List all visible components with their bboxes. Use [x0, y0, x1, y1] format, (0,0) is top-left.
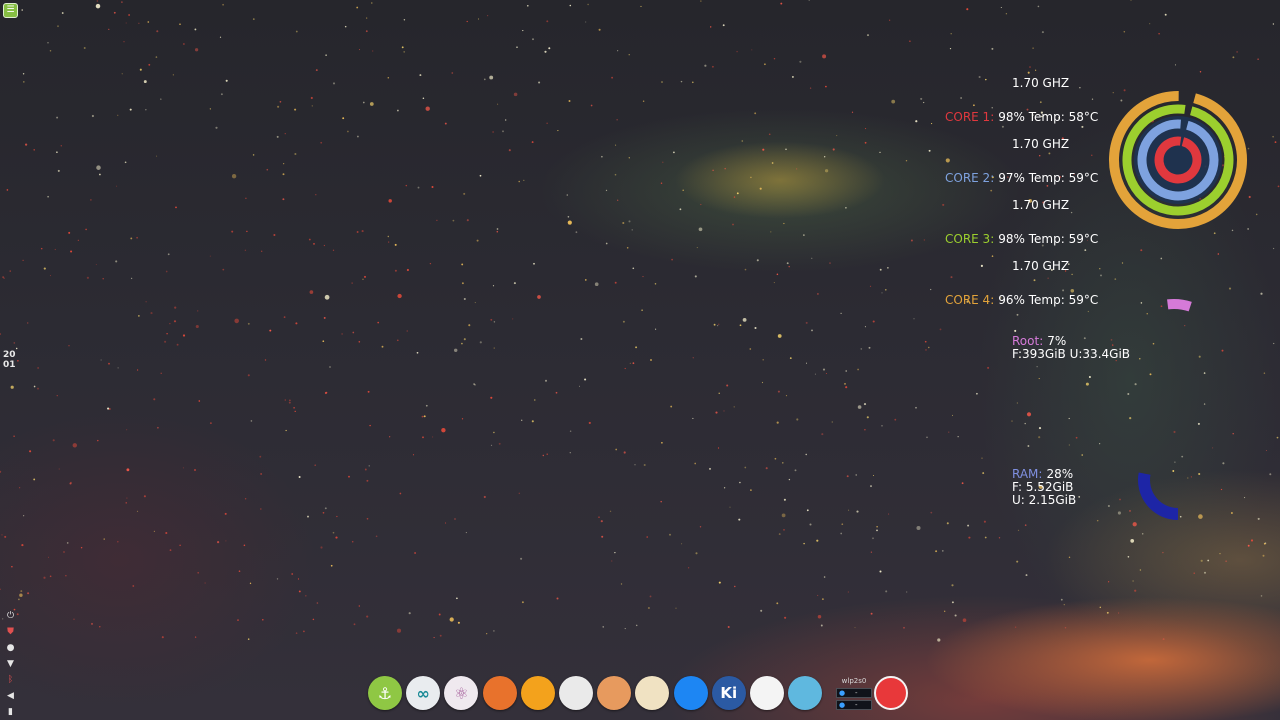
cpu-ring-gauge	[1109, 90, 1247, 229]
core1-stats: CORE 1: 98% Temp: 58°C	[945, 110, 1098, 124]
anchor-app-icon-glyph: ⚓	[377, 683, 393, 703]
core4-stats: CORE 4: 96% Temp: 59°C	[945, 293, 1098, 307]
root-ring-gauge	[1167, 299, 1192, 312]
calculator-icon[interactable]	[788, 676, 823, 710]
core3-temp: Temp: 59°C	[1028, 232, 1099, 246]
core2-stats: CORE 2: 97% Temp: 59°C	[945, 171, 1098, 185]
arduino-icon-glyph: ∞	[416, 683, 430, 703]
core2-usage: 97%	[998, 171, 1025, 185]
dock: ⚓ ∞ ⚛ Ki	[368, 674, 914, 716]
upload-arrow-icon: ●	[839, 689, 846, 697]
atom-editor-icon[interactable]: ⚛	[444, 676, 479, 710]
ram-percent: 28%	[1046, 467, 1074, 481]
network-download-row: ● -	[836, 700, 872, 710]
root-label: Root:	[1012, 334, 1044, 348]
ram-ring-arc	[1138, 472, 1179, 520]
core4-temp: Temp: 59°C	[1028, 293, 1099, 307]
core2-temp: Temp: 59°C	[1028, 171, 1099, 185]
root-percent: 7%	[1047, 334, 1067, 348]
upload-value: -	[855, 689, 858, 697]
core4-frequency: 1.70 GHZ	[1012, 259, 1070, 273]
arduino-icon[interactable]: ∞	[406, 676, 441, 710]
network-interface-label: wlp2s0	[841, 677, 867, 685]
core1-frequency: 1.70 GHZ	[1012, 76, 1070, 90]
ram-used: U: 2.15GiB	[1012, 493, 1077, 507]
core2-frequency: 1.70 GHZ	[1012, 137, 1070, 151]
atom-editor-icon-glyph: ⚛	[454, 683, 469, 703]
ram-label: RAM:	[1012, 467, 1043, 481]
download-value: -	[855, 701, 858, 709]
ram-ring-gauge	[1138, 472, 1179, 520]
shopping-bag-app-icon[interactable]	[635, 676, 670, 710]
kicad-icon-glyph: Ki	[720, 684, 738, 702]
root-usage: Root: 7%	[1012, 334, 1066, 348]
cpu-ring-background	[1134, 116, 1222, 204]
record-button[interactable]	[874, 676, 908, 710]
core4-usage: 96%	[998, 293, 1025, 307]
root-ring-arc	[1167, 299, 1192, 312]
eraser-app-icon[interactable]	[559, 676, 593, 710]
core1-temp: Temp: 58°C	[1028, 110, 1099, 124]
kicad-icon[interactable]: Ki	[711, 676, 746, 710]
core3-frequency: 1.70 GHZ	[1012, 198, 1070, 212]
core3-usage: 98%	[998, 232, 1025, 246]
pdf-reader-icon[interactable]	[750, 676, 784, 710]
network-monitor-widget[interactable]: wlp2s0 ● - ● -	[836, 677, 872, 713]
files-folder-icon[interactable]	[520, 676, 555, 710]
firefox-icon[interactable]	[482, 676, 517, 710]
network-upload-row: ● -	[836, 688, 872, 698]
core1-label: CORE 1:	[945, 110, 995, 124]
download-arrow-icon: ●	[839, 701, 846, 709]
ram-free: F: 5.52GiB	[1012, 480, 1074, 494]
core3-stats: CORE 3: 98% Temp: 59°C	[945, 232, 1098, 246]
core2-label: CORE 2:	[945, 171, 995, 185]
core3-label: CORE 3:	[945, 232, 995, 246]
anchor-app-icon[interactable]: ⚓	[368, 676, 402, 710]
core1-usage: 98%	[998, 110, 1025, 124]
messenger-icon[interactable]	[673, 676, 708, 710]
speaker-app-icon[interactable]	[597, 676, 632, 710]
root-detail: F:393GiB U:33.4GiB	[1012, 347, 1131, 361]
ram-usage: RAM: 28%	[1012, 467, 1073, 481]
core4-label: CORE 4:	[945, 293, 995, 307]
